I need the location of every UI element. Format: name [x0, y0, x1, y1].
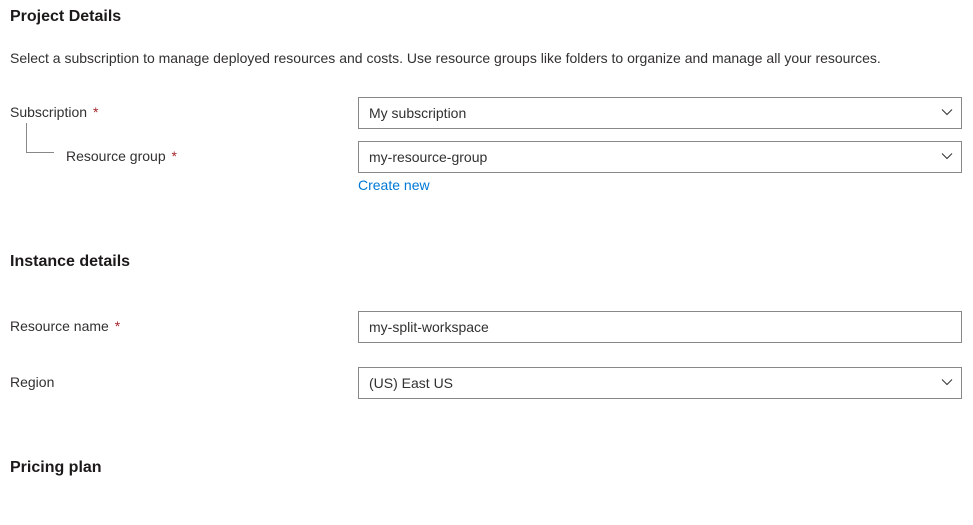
create-new-link[interactable]: Create new: [358, 177, 430, 193]
pricing-plan-heading: Pricing plan: [10, 459, 963, 477]
project-details-heading: Project Details: [10, 8, 963, 26]
project-details-description: Select a subscription to manage deployed…: [10, 48, 950, 69]
required-marker: *: [172, 148, 177, 164]
subscription-dropdown[interactable]: My subscription: [358, 97, 962, 129]
subscription-label: Subscription *: [10, 97, 358, 120]
resource-group-row: Resource group * my-resource-group Creat…: [10, 141, 963, 193]
required-marker: *: [93, 104, 98, 120]
resource-group-value: my-resource-group: [369, 149, 487, 165]
region-value: (US) East US: [369, 375, 453, 391]
region-label: Region: [10, 367, 358, 390]
resource-name-input[interactable]: [358, 311, 962, 343]
chevron-down-icon: [941, 149, 953, 165]
region-row: Region (US) East US: [10, 367, 963, 399]
resource-name-row: Resource name *: [10, 311, 963, 343]
required-marker: *: [115, 318, 120, 334]
resource-group-label: Resource group *: [10, 141, 358, 164]
region-dropdown[interactable]: (US) East US: [358, 367, 962, 399]
subscription-row: Subscription * My subscription: [10, 97, 963, 129]
instance-details-heading: Instance details: [10, 253, 963, 271]
subscription-value: My subscription: [369, 105, 466, 121]
resource-group-dropdown[interactable]: my-resource-group: [358, 141, 962, 173]
chevron-down-icon: [941, 375, 953, 391]
chevron-down-icon: [941, 105, 953, 121]
resource-name-label: Resource name *: [10, 311, 358, 334]
